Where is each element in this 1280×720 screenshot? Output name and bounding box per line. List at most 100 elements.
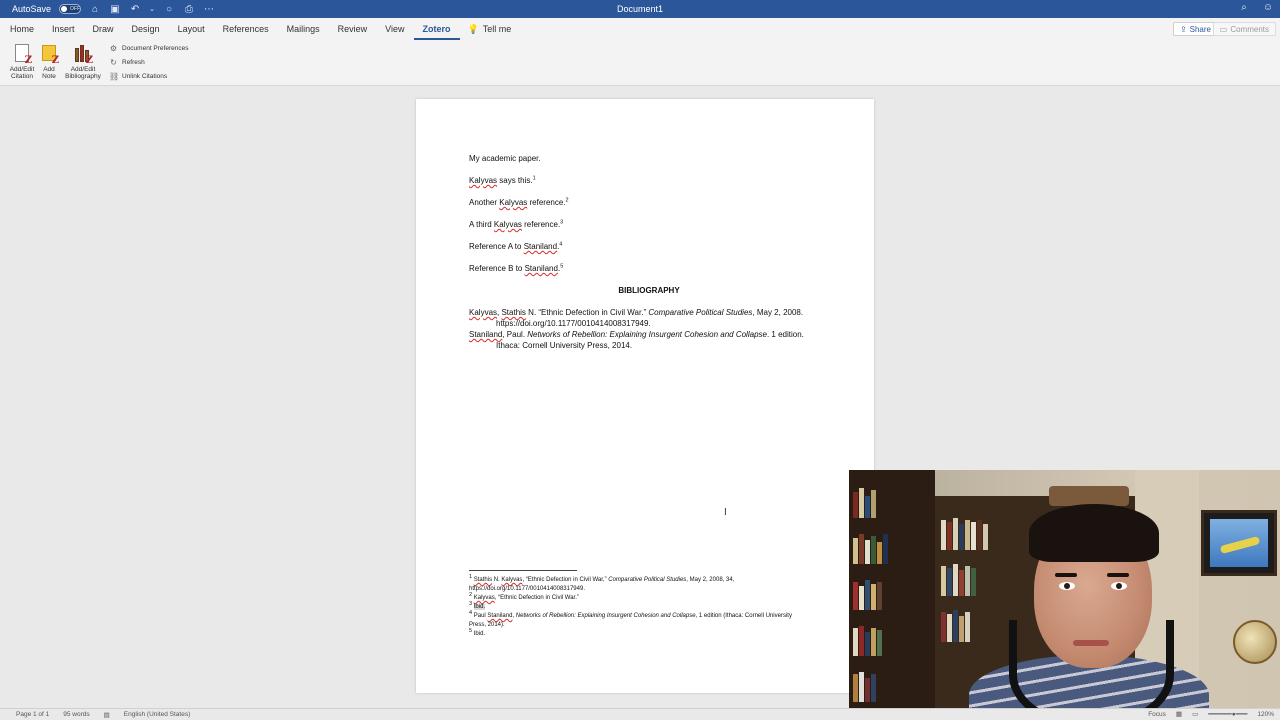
save-icon[interactable]: ▣ xyxy=(109,4,121,15)
undo-icon[interactable]: ↶ xyxy=(129,4,141,15)
focus-mode[interactable]: Focus xyxy=(1148,711,1166,718)
misspelled-word: Stathis xyxy=(473,577,493,583)
footnote[interactable]: 4 Paul Staniland, Networks of Rebellion:… xyxy=(469,610,809,630)
page-count[interactable]: Page 1 of 1 xyxy=(16,711,49,718)
tab-design[interactable]: Design xyxy=(123,18,169,40)
footnote-text: Ibid. xyxy=(472,631,486,637)
misspelled-word: Staniland xyxy=(524,264,558,273)
document-body[interactable]: My academic paper. Kalyvas says this.1 A… xyxy=(469,153,829,351)
paragraph[interactable]: Kalyvas says this.1 xyxy=(469,175,829,197)
book-row xyxy=(941,516,988,550)
journal-title: Comparative Political Studies xyxy=(608,577,687,583)
person-brow xyxy=(1055,573,1077,577)
paragraph[interactable]: Reference A to Staniland.4 xyxy=(469,241,829,263)
footnotes[interactable]: 1 Stathis N. Kalyvas, “Ethnic Defection … xyxy=(469,574,809,639)
paragraph-text: reference. xyxy=(521,220,561,229)
status-bar: Page 1 of 1 95 words ▤ English (United S… xyxy=(0,708,1280,720)
footnote-number: 1 xyxy=(469,574,473,580)
book-title: Networks of Rebellion: Explaining Insurg… xyxy=(527,330,767,339)
refresh-button[interactable]: ↻ Refresh xyxy=(109,58,145,67)
footnote[interactable]: 1 Stathis N. Kalyvas, “Ethnic Defection … xyxy=(469,574,809,594)
footnote-text: , “Ethnic Defection in Civil War,” xyxy=(522,577,609,583)
document-page[interactable]: My academic paper. Kalyvas says this.1 A… xyxy=(416,99,874,693)
entry-text: N. “Ethnic Defection in Civil War.” xyxy=(525,308,649,317)
tab-draw[interactable]: Draw xyxy=(84,18,123,40)
zotero-ribbon: Z Add/Edit Citation Z Add Note Z Add/Edi… xyxy=(0,40,1280,86)
footnote-reference[interactable]: 3 xyxy=(560,219,563,226)
book-row xyxy=(941,608,970,642)
airplane-painting xyxy=(1201,510,1277,576)
add-edit-bibliography-button[interactable]: Z Add/Edit Bibliography xyxy=(63,44,103,80)
tab-references[interactable]: References xyxy=(214,18,278,40)
person-brow xyxy=(1107,573,1129,577)
tell-me[interactable]: 💡 Tell me xyxy=(460,24,520,35)
paragraph[interactable]: Reference B to Staniland.5 xyxy=(469,263,829,285)
print-icon[interactable]: ⎙ xyxy=(183,4,195,15)
comments-button[interactable]: ▭ Comments xyxy=(1212,22,1276,36)
paragraph-text: My academic paper. xyxy=(469,154,541,163)
refresh-label: Refresh xyxy=(122,59,145,66)
tell-me-label: Tell me xyxy=(482,24,512,34)
share-label: Share xyxy=(1189,24,1211,34)
chevron-down-icon[interactable]: ⌄ xyxy=(149,5,155,13)
word-count[interactable]: 95 words xyxy=(63,711,89,718)
tab-home[interactable]: Home xyxy=(1,18,43,40)
misspelled-word: Kalyvas xyxy=(469,308,498,317)
print-layout-icon[interactable]: ▦ xyxy=(1176,710,1182,718)
misspelled-word: Kalyvas xyxy=(499,198,528,207)
bibliography-heading: BIBLIOGRAPHY xyxy=(618,286,680,295)
footnote[interactable]: 3 Ibid. xyxy=(469,601,809,612)
share-icon: ⇪ xyxy=(1179,24,1187,34)
misspelled-word: Staniland xyxy=(523,242,558,251)
proofing-icon[interactable]: ▤ xyxy=(104,711,110,719)
headset xyxy=(1009,620,1174,710)
footnote-reference[interactable]: 1 xyxy=(533,175,536,182)
search-icon[interactable]: ⌕ xyxy=(1238,2,1250,13)
document-preferences-button[interactable]: ⚙ Document Preferences xyxy=(109,44,189,53)
misspelled-word: Staniland xyxy=(487,613,513,619)
paragraph-text: Another xyxy=(469,198,500,207)
footnote-reference[interactable]: 4 xyxy=(559,241,562,248)
bibliography-entry[interactable]: Kalyvas, Stathis N. “Ethnic Defection in… xyxy=(469,307,829,329)
paragraph-text: reference. xyxy=(527,198,566,207)
web-layout-icon[interactable]: ▭ xyxy=(1192,710,1198,718)
paragraph-text: Reference B to xyxy=(469,264,525,273)
tab-zotero[interactable]: Zotero xyxy=(413,18,460,40)
gear-icon: ⚙ xyxy=(109,44,118,53)
footnote[interactable]: 5 Ibid. xyxy=(469,628,809,639)
home-icon[interactable]: ⌂ xyxy=(89,4,101,15)
misspelled-word: Kalyvas xyxy=(501,577,523,583)
tab-mailings[interactable]: Mailings xyxy=(278,18,329,40)
tab-insert[interactable]: Insert xyxy=(43,18,84,40)
redo-icon[interactable]: ○ xyxy=(163,4,175,15)
text-cursor-icon: I xyxy=(724,507,727,518)
tab-view[interactable]: View xyxy=(376,18,413,40)
bibliography-icon: Z xyxy=(73,44,93,66)
tab-layout[interactable]: Layout xyxy=(169,18,214,40)
autosave-toggle[interactable]: OFF xyxy=(59,4,82,14)
book-row xyxy=(853,484,876,518)
person-hair xyxy=(1029,504,1159,562)
account-icon[interactable]: ☺ xyxy=(1262,2,1274,13)
language[interactable]: English (United States) xyxy=(124,711,190,718)
paragraph[interactable]: Another Kalyvas reference.2 xyxy=(469,197,829,219)
zoom-slider[interactable]: ━━━━━━●━━━ xyxy=(1208,710,1247,718)
footnote-text: , “Ethnic Defection in Civil War.” xyxy=(494,595,579,601)
footnote-reference[interactable]: 5 xyxy=(560,263,563,270)
paragraph[interactable]: A third Kalyvas reference.3 xyxy=(469,219,829,241)
comments-label: Comments xyxy=(1230,24,1269,34)
paragraph[interactable]: My academic paper. xyxy=(469,153,829,175)
unlink-citations-button[interactable]: ⛓ Unlink Citations xyxy=(109,72,167,81)
person-eye xyxy=(1111,582,1127,590)
journal-title: Comparative Political Studies xyxy=(648,308,753,317)
tab-review[interactable]: Review xyxy=(329,18,377,40)
book-row xyxy=(941,562,976,596)
footnote[interactable]: 2 Kalyvas, “Ethnic Defection in Civil Wa… xyxy=(469,592,809,603)
share-button[interactable]: ⇪ Share xyxy=(1172,22,1218,36)
zoom-level[interactable]: 120% xyxy=(1257,711,1274,718)
webcam-overlay xyxy=(849,470,1280,710)
footnote-reference[interactable]: 2 xyxy=(566,197,569,204)
footnote-text-selected: Ibid. xyxy=(473,604,486,610)
more-icon[interactable]: ⋯ xyxy=(203,4,215,15)
bibliography-entry[interactable]: Staniland, Paul. Networks of Rebellion: … xyxy=(469,329,829,351)
